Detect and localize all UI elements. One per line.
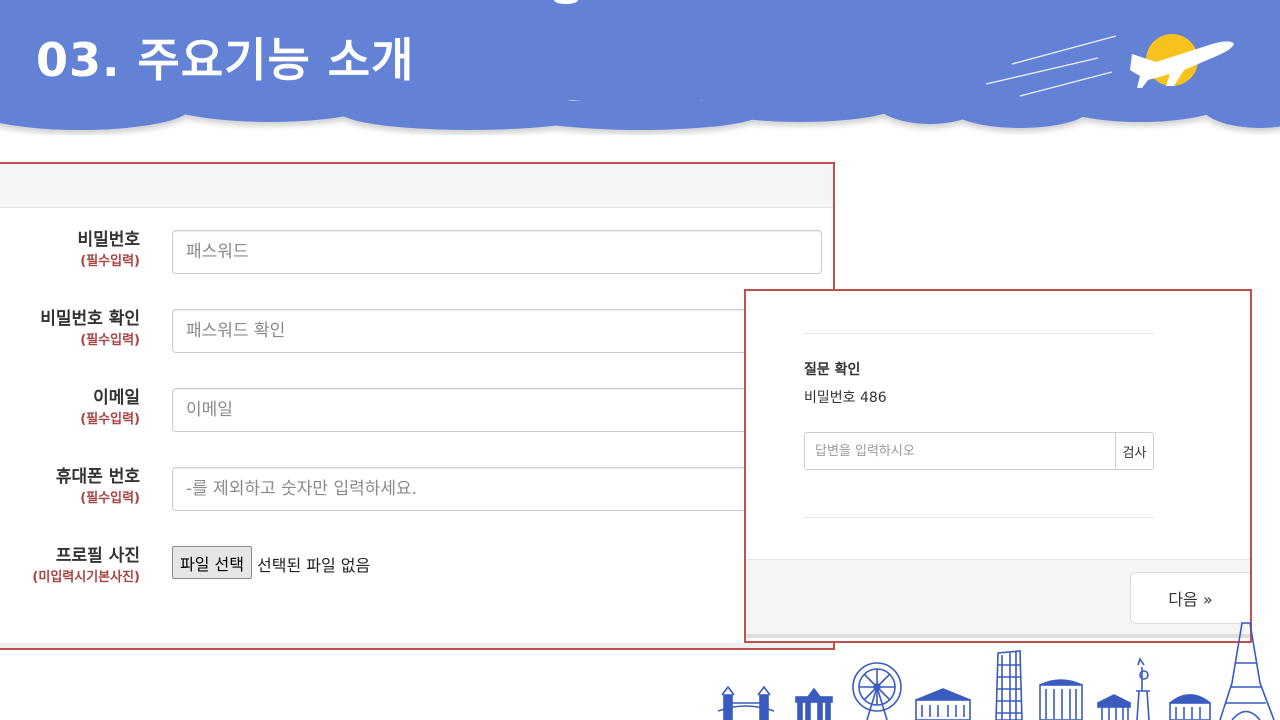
slide-title: 03. 주요기능 소개 xyxy=(36,33,415,87)
email-label-group: 이메일 (필수입력) xyxy=(80,386,140,430)
form-header-bar xyxy=(0,164,833,208)
divider xyxy=(804,517,1154,518)
check-button[interactable]: 검사 xyxy=(1115,432,1154,470)
colosseum-icon xyxy=(1039,679,1083,720)
file-status: 선택된 파일 없음 xyxy=(257,556,371,575)
profile-photo-row: 프로필 사진 (미입력시기본사진) 파일 선택 선택된 파일 없음 xyxy=(0,546,835,606)
question-text: 비밀번호 486 xyxy=(804,390,887,406)
file-select-button[interactable]: 파일 선택 xyxy=(172,546,252,579)
landmarks-skyline xyxy=(717,622,1275,720)
airplane-icon xyxy=(985,34,1234,97)
password-confirm-row: 비밀번호 확인 (필수입력) xyxy=(0,309,835,369)
email-label: 이메일 xyxy=(93,388,140,408)
phone-label: 휴대폰 번호 xyxy=(55,467,140,487)
answer-input[interactable] xyxy=(804,432,1116,470)
tower-bridge-icon xyxy=(717,685,775,720)
password-input[interactable] xyxy=(172,230,822,274)
password-label-group: 비밀번호 (필수입력) xyxy=(77,228,140,272)
password-row: 비밀번호 (필수입력) xyxy=(0,230,835,290)
password-confirm-input[interactable] xyxy=(172,309,822,353)
profile-photo-label: 프로필 사진 xyxy=(55,546,140,566)
ferris-wheel-icon xyxy=(852,662,902,720)
brandenburg-gate-icon xyxy=(795,687,833,720)
email-input[interactable] xyxy=(172,388,822,432)
default-photo-note: (미입력시기본사진) xyxy=(32,570,140,585)
question-check-panel: 질문 확인 비밀번호 486 검사 다음 » xyxy=(744,289,1252,643)
password-confirm-label-group: 비밀번호 확인 (필수입력) xyxy=(40,307,140,351)
email-row: 이메일 (필수입력) xyxy=(0,388,835,448)
required-note: (필수입력) xyxy=(80,491,140,506)
password-confirm-label: 비밀번호 확인 xyxy=(40,309,140,329)
phone-row: 휴대폰 번호 (필수입력) xyxy=(0,467,835,527)
parthenon-icon xyxy=(1097,694,1131,720)
question-title: 질문 확인 xyxy=(804,362,861,378)
required-note: (필수입력) xyxy=(80,412,140,427)
eiffel-tower-icon xyxy=(1219,622,1275,720)
required-note: (필수입력) xyxy=(80,254,140,269)
password-label: 비밀번호 xyxy=(77,230,140,250)
opera-house-icon xyxy=(1169,694,1211,720)
profile-photo-label-group: 프로필 사진 (미입력시기본사진) xyxy=(32,544,140,588)
signup-form-panel: 비밀번호 (필수입력) 비밀번호 확인 (필수입력) 이메일 (필수입력) 휴대… xyxy=(0,162,835,650)
leaning-tower-icon xyxy=(995,650,1023,720)
divider xyxy=(804,333,1154,334)
required-note: (필수입력) xyxy=(80,333,140,348)
palace-icon xyxy=(915,688,971,720)
phone-label-group: 휴대폰 번호 (필수입력) xyxy=(56,465,140,509)
statue-of-liberty-icon xyxy=(1136,657,1150,720)
phone-input[interactable] xyxy=(172,467,822,511)
form-footer-bar xyxy=(0,643,833,648)
